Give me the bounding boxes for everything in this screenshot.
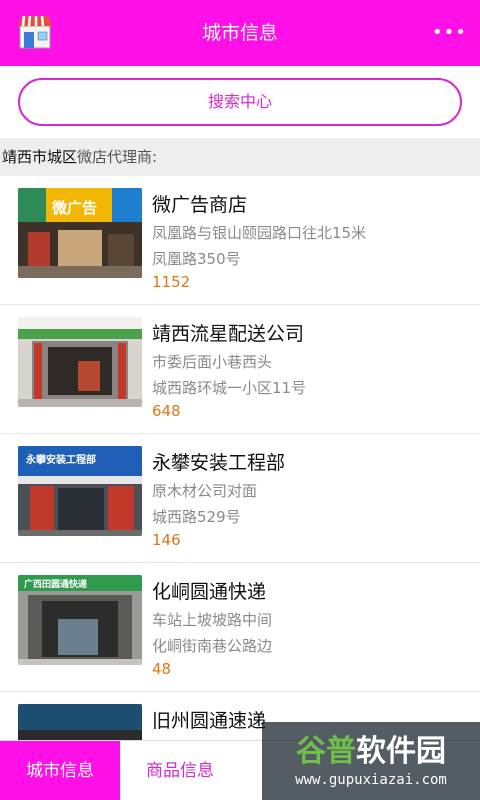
shop-count: 1152 [152,273,191,291]
shop-sign-text: 微广告 [51,199,97,217]
shop-address-line2: 城西路环城一小区11号 [152,379,307,397]
shop-photo: 永攀安装工程部 [18,446,142,536]
shop-count: 648 [152,402,181,420]
section-city: 靖西市城区 [2,148,78,166]
shop-address-line2: 凤凰路350号 [152,250,241,268]
shop-address-line1: 原木材公司对面 [152,482,258,500]
shop-name: 靖西流星配送公司 [152,323,305,345]
search-center-button[interactable]: 搜索中心 [18,78,462,126]
shop-address-line1: 市委后面小巷西头 [152,353,273,371]
section-suffix: 微店代理商: [77,148,158,166]
watermark-url: www.gupuxiazai.com [295,772,447,788]
shop-list-item[interactable]: 永攀安装工程部 永攀安装工程部 原木材公司对面 城西路529号 146 [0,434,480,563]
app-screen: 城市信息 ••• 搜索中心 靖西市城区微店代理商: 微广告 微广告商店 凤凰路与… [0,0,480,800]
shop-address-line1: 车站上坡坡路中间 [152,611,273,629]
watermark-title-green: 谷普 [296,734,356,769]
shop-list: 微广告 微广告商店 凤凰路与银山颐园路口往北15米 凤凰路350号 1152 靖… [0,176,480,740]
shop-photo [18,704,142,740]
shop-photo [18,317,142,407]
shop-list-item[interactable]: 靖西流星配送公司 市委后面小巷西头 城西路环城一小区11号 648 [0,305,480,434]
tab-goods-info[interactable]: 商品信息 [120,741,240,800]
shop-list-item[interactable]: 微广告 微广告商店 凤凰路与银山颐园路口往北15米 凤凰路350号 1152 [0,176,480,305]
shop-address-line2: 城西路529号 [152,508,241,526]
watermark-title-rest: 软件园 [356,734,446,769]
shop-photo: 广西田圆通快递 [18,575,142,665]
shop-photo: 微广告 [18,188,142,278]
shop-count: 146 [152,531,181,549]
search-area: 搜索中心 [0,66,480,138]
site-watermark: 谷普软件园 www.gupuxiazai.com [262,722,480,800]
shop-name: 旧州圆通速递 [152,710,267,732]
top-bar: 城市信息 ••• [0,0,480,66]
tab-city-info[interactable]: 城市信息 [0,741,120,800]
page-title: 城市信息 [201,22,278,44]
watermark-title: 谷普软件园 [262,726,480,770]
shop-count: 48 [152,660,172,678]
shop-name: 化峒圆通快递 [152,581,267,603]
shop-list-item[interactable]: 广西田圆通快递 化峒圆通快递 车站上坡坡路中间 化峒街南巷公路边 48 [0,563,480,692]
shop-name: 永攀安装工程部 [152,452,286,474]
shop-sign-text: 广西田圆通快递 [24,578,87,590]
shop-address-line1: 凤凰路与银山颐园路口往北15米 [152,224,367,242]
section-heading: 靖西市城区微店代理商: [0,138,480,176]
shop-name: 微广告商店 [152,194,248,216]
more-menu-icon[interactable]: ••• [432,18,466,48]
shop-sign-text: 永攀安装工程部 [25,453,96,466]
shop-address-line2: 化峒街南巷公路边 [152,637,273,655]
